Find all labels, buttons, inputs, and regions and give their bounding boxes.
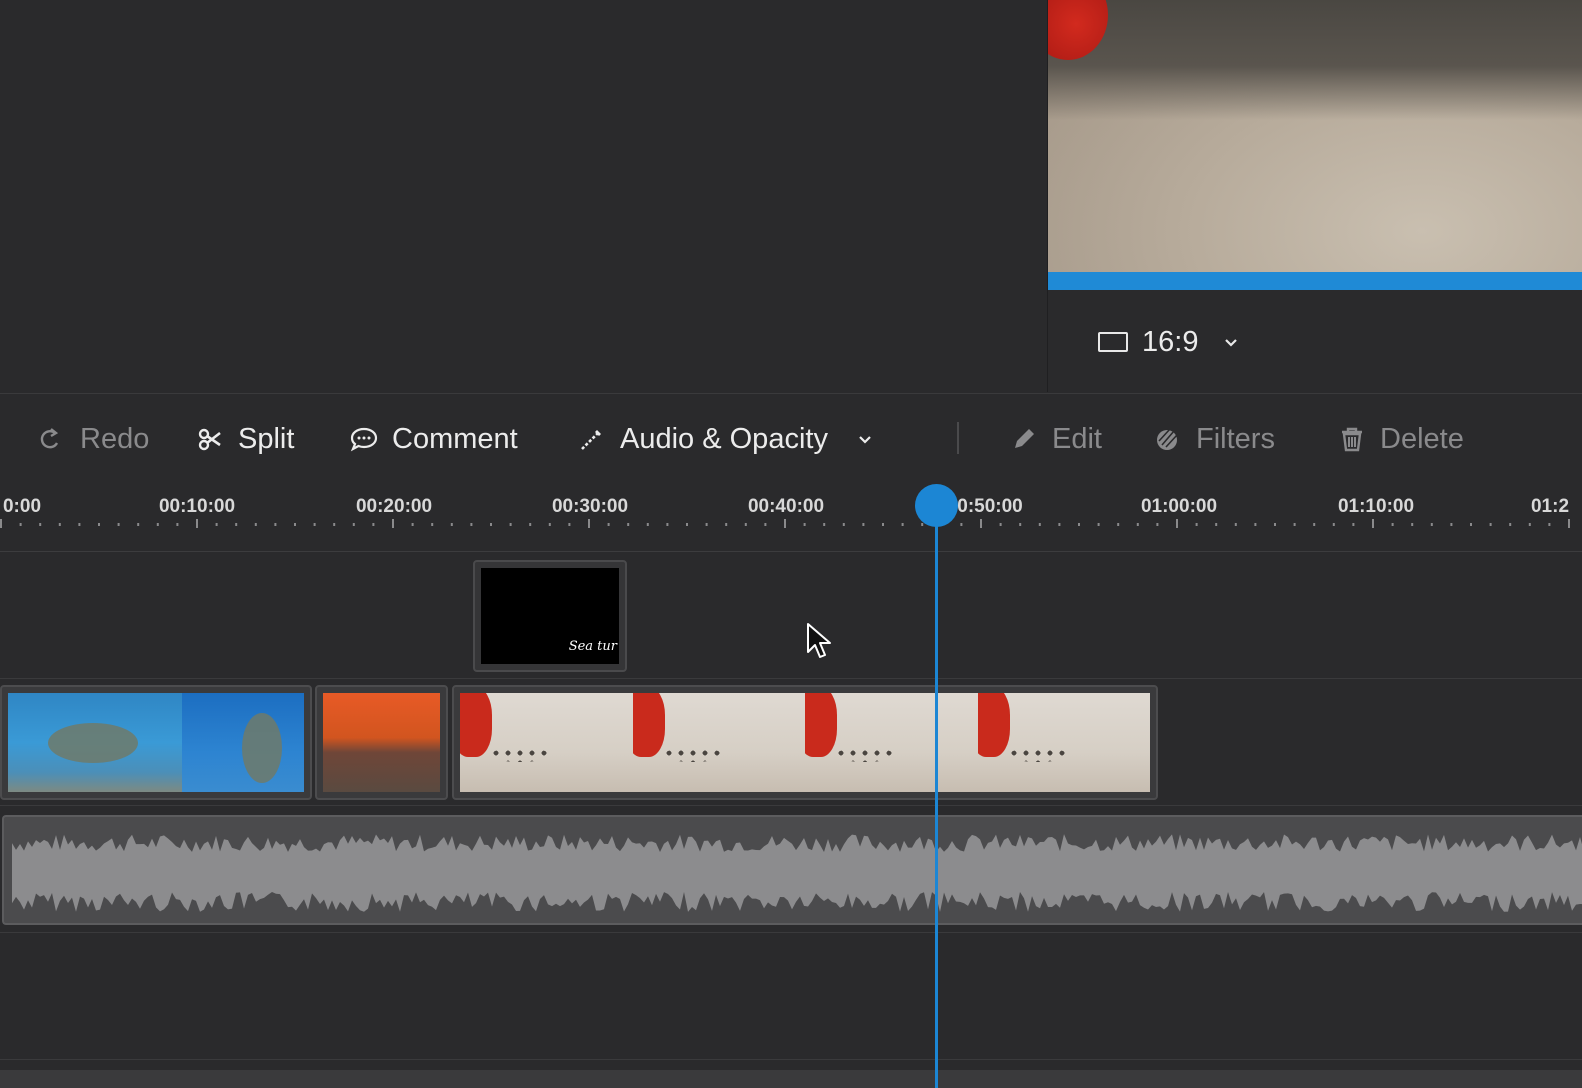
filters-icon <box>1157 428 1178 450</box>
video-clip-hatchlings[interactable] <box>315 685 448 800</box>
playhead-handle[interactable] <box>915 484 958 527</box>
redo-icon <box>40 428 59 449</box>
audio-opacity-label: Audio & Opacity <box>620 422 828 455</box>
editor-empty-area <box>0 0 1047 392</box>
mouse-cursor-icon <box>807 623 831 658</box>
edit-button[interactable]: Edit <box>1010 414 1102 464</box>
empty-track[interactable] <box>0 934 1582 1060</box>
toolbar-divider <box>957 422 959 454</box>
ruler-tick-label: 00:40:00 <box>747 496 825 517</box>
scissors-icon <box>198 428 221 451</box>
clip-thumbnail <box>632 693 805 792</box>
video-clip-beach[interactable] <box>452 685 1158 800</box>
ruler-tick-label: 00:10:00 <box>158 496 236 517</box>
filters-button[interactable]: Filters <box>1154 414 1275 464</box>
split-label: Split <box>238 422 295 455</box>
aspect-ratio-label: 16:9 <box>1142 325 1199 358</box>
split-button[interactable]: Split <box>196 414 294 464</box>
ruler-tick-label: 01:2 <box>1530 496 1570 517</box>
playhead-line[interactable] <box>935 505 938 1088</box>
title-clip-text: Sea tur <box>568 639 617 654</box>
video-track[interactable] <box>0 680 1582 806</box>
title-clip[interactable]: Sea tur <box>473 560 627 672</box>
clip-thumbnail <box>323 693 440 792</box>
video-clip-sea-turtles[interactable] <box>0 685 312 800</box>
chevron-down-icon <box>859 436 871 444</box>
audio-waveform <box>12 834 1582 912</box>
preview-video[interactable] <box>1048 0 1582 272</box>
ruler-tick-label: 01:00:00 <box>1140 496 1218 517</box>
delete-label: Delete <box>1380 422 1464 455</box>
pencil-icon <box>1015 429 1034 448</box>
ruler-ticks <box>0 519 1570 528</box>
clip-thumbnail <box>8 693 183 792</box>
audio-track[interactable] <box>0 807 1582 933</box>
ruler-tick-label: 0:00 <box>2 496 42 517</box>
delete-button[interactable]: Delete <box>1338 414 1464 464</box>
ruler-tick-label: 0:50:00 <box>957 496 1023 517</box>
timeline-toolbar: Redo Split Comment Audio & Opacity Edit <box>0 393 1582 481</box>
overlay-track[interactable]: Sea tur <box>0 553 1582 679</box>
clip-thumbnail <box>460 693 633 792</box>
clip-thumbnail <box>805 693 978 792</box>
aspect-ratio-icon <box>1098 332 1128 352</box>
preview-progress-bar[interactable] <box>1048 272 1582 290</box>
audio-clip[interactable] <box>2 815 1582 925</box>
filters-label: Filters <box>1196 422 1275 455</box>
ruler-tick-label: 00:30:00 <box>551 496 629 517</box>
ruler-tick-label: 00:20:00 <box>355 496 433 517</box>
comment-label: Comment <box>392 422 518 455</box>
wand-icon <box>581 430 601 450</box>
preview-panel: 16:9 <box>1047 0 1582 392</box>
timeline-ruler[interactable]: 0:00 00:10:00 00:20:00 00:30:00 00:40:00… <box>0 482 1582 552</box>
clip-thumbnail <box>977 693 1150 792</box>
redo-label: Redo <box>80 422 150 455</box>
ruler-tick-label: 01:10:00 <box>1337 496 1415 517</box>
preview-turtles-image <box>1048 0 1582 120</box>
chevron-down-icon <box>1225 339 1238 347</box>
comment-button[interactable]: Comment <box>350 414 518 464</box>
aspect-ratio-selector[interactable]: 16:9 <box>1098 322 1240 362</box>
clip-thumbnail <box>182 693 304 792</box>
trash-icon <box>1342 427 1362 452</box>
redo-button[interactable]: Redo <box>38 414 149 464</box>
edit-label: Edit <box>1052 422 1102 455</box>
title-clip-thumbnail: Sea tur <box>481 568 619 664</box>
comment-icon <box>350 427 378 452</box>
audio-opacity-button[interactable]: Audio & Opacity <box>578 414 874 464</box>
timeline-scrollbar[interactable] <box>0 1070 1582 1088</box>
